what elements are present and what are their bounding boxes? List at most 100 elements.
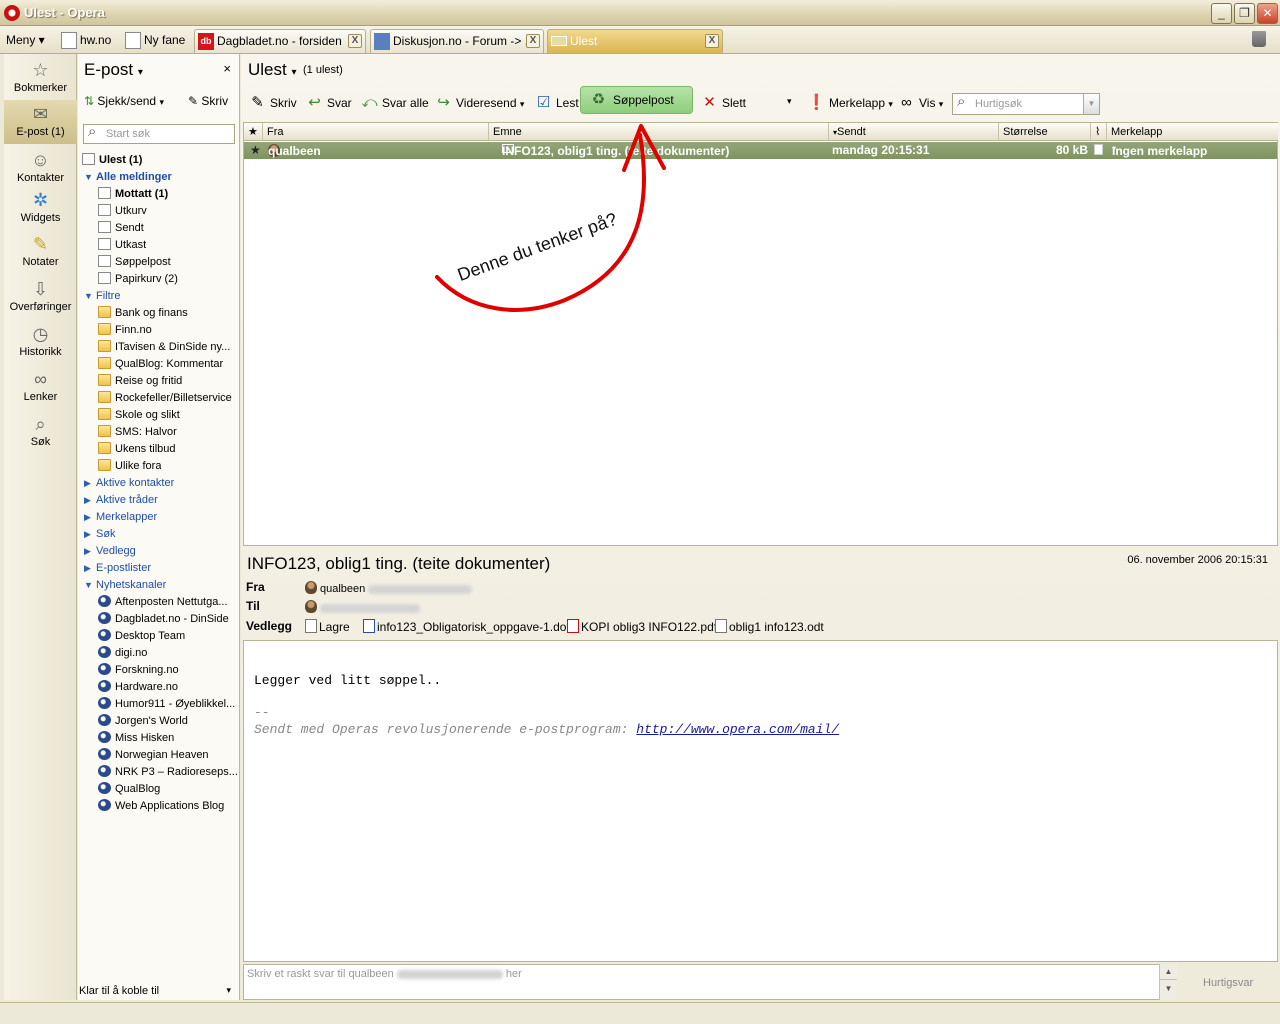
trash-icon[interactable] (1252, 31, 1266, 47)
view-title[interactable]: Ulest ▾ (248, 60, 297, 80)
column-subject[interactable]: Emne (489, 123, 829, 141)
more-dropdown[interactable]: ▾ (787, 96, 792, 107)
mail-panel-title[interactable]: E-post ▾ (84, 60, 143, 80)
tree-item[interactable]: digi.no (98, 645, 147, 662)
tree-item[interactable]: Humor911 - Øyeblikkel... (98, 696, 235, 713)
menu-button[interactable]: Meny ▾ (6, 33, 45, 47)
panel-transfers[interactable]: ⇩ Overføringer (4, 279, 77, 313)
quick-search-input[interactable]: Hurtigsøk ▼ (952, 92, 1100, 115)
tab-close-button[interactable]: X (526, 34, 540, 48)
tree-item[interactable]: NRK P3 – Radioreseps... (98, 764, 238, 781)
forward-button[interactable]: ↪ Videresend ▾ (434, 94, 524, 113)
tree-item[interactable]: Web Applications Blog (98, 798, 224, 815)
scroll-up-icon[interactable]: ▲ (1160, 964, 1177, 980)
tree-item[interactable]: Desktop Team (98, 628, 185, 645)
collapsed-icon[interactable]: ▶ (84, 475, 96, 492)
chevron-down-icon[interactable]: ▼ (1083, 94, 1099, 114)
tree-item[interactable]: Papirkurv (2) (98, 271, 178, 288)
collapsed-icon[interactable]: ▶ (84, 492, 96, 509)
tab-close-button[interactable]: X (348, 34, 362, 48)
tab-dagbladet[interactable]: db Dagbladet.no - forsiden X (194, 29, 366, 53)
close-window-button[interactable]: ✕ (1257, 3, 1278, 24)
delete-button[interactable]: ✕ Slett (700, 94, 746, 112)
start-search-input[interactable]: Start søk (83, 123, 235, 144)
tab-close-button[interactable]: X (705, 34, 719, 48)
panel-links[interactable]: ∞ Lenker (4, 369, 77, 403)
tree-item[interactable]: ▶ Aktive kontakter (84, 475, 174, 492)
check-send-button[interactable]: ⇅ Sjekk/send ▾ (84, 94, 164, 108)
tree-item[interactable]: Jorgen's World (98, 713, 188, 730)
tree-item[interactable]: ▼ Nyhetskanaler (84, 577, 166, 594)
maximize-button[interactable]: ❐ (1234, 3, 1255, 24)
tree-item[interactable]: Aftenposten Nettutga... (98, 594, 228, 611)
tree-item[interactable]: Utkast (98, 237, 146, 254)
panel-widgets[interactable]: ✲ Widgets (4, 190, 77, 224)
tree-item[interactable]: QualBlog (98, 781, 160, 798)
spam-button[interactable]: ♻ Søppelpost (580, 86, 693, 114)
opera-mail-link[interactable]: http://www.opera.com/mail/ (636, 722, 839, 737)
quick-reply-input[interactable]: Skriv et raskt svar til qualbeen her (243, 964, 1177, 1000)
tree-item[interactable]: ▼ Filtre (84, 288, 120, 305)
tree-item[interactable]: ▶ Aktive tråder (84, 492, 158, 509)
column-size[interactable]: Størrelse (999, 123, 1091, 141)
close-panel-button[interactable]: × (223, 61, 231, 76)
expanded-icon[interactable]: ▼ (84, 288, 96, 305)
column-from[interactable]: Fra (263, 123, 489, 141)
scroll-down-icon[interactable]: ▼ (1160, 980, 1177, 996)
compose-button[interactable]: ✎ Skriv (188, 94, 228, 108)
tree-item[interactable]: Mottatt (1) (98, 186, 168, 203)
panel-bookmarks[interactable]: ☆ Bokmerker (4, 60, 77, 94)
panel-contacts[interactable]: ☺ Kontakter (4, 150, 77, 184)
collapsed-icon[interactable]: ▶ (84, 560, 96, 577)
tree-item[interactable]: ▶ E-postlister (84, 560, 151, 577)
column-sent[interactable]: ▾Sendt (829, 123, 999, 141)
save-attachments-button[interactable]: Lagre (305, 619, 350, 634)
tree-item[interactable]: SMS: Halvor (98, 424, 177, 441)
tree-item[interactable]: ▼ Alle meldinger (84, 169, 172, 186)
reply-button[interactable]: ↩ Svar (305, 94, 351, 112)
tree-item[interactable]: Søppelpost (98, 254, 171, 271)
attachment-odt[interactable]: oblig1 info123.odt (715, 619, 824, 634)
compose-toolbar-button[interactable]: ✎ Skriv (248, 94, 296, 112)
tree-item[interactable]: Miss Hisken (98, 730, 174, 747)
column-star[interactable]: ★ (244, 123, 263, 141)
preview-from[interactable]: qualbeen (305, 581, 473, 595)
expanded-icon[interactable]: ▼ (84, 577, 96, 594)
tab-hw[interactable]: hw.no (58, 29, 118, 53)
tree-item[interactable]: ▶ Søk (84, 526, 116, 543)
expanded-icon[interactable]: ▼ (84, 169, 96, 186)
panel-search[interactable]: ⌕ Søk (4, 414, 77, 448)
tree-item[interactable]: ▶ Merkelapper (84, 509, 157, 526)
tree-item[interactable]: Skole og slikt (98, 407, 180, 424)
column-attachment[interactable]: ⌇ (1091, 123, 1107, 141)
message-row[interactable]: ★ qualbeen INFO123, oblig1 ting. (teite … (244, 142, 1277, 159)
tab-ulest[interactable]: Ulest X (547, 29, 723, 53)
tree-item[interactable]: Forskning.no (98, 662, 179, 679)
tree-item[interactable]: Ulest (1) (82, 152, 142, 169)
panel-notes[interactable]: ✎ Notater (4, 234, 77, 268)
tree-item[interactable]: ▶ Vedlegg (84, 543, 136, 560)
tree-item[interactable]: Dagbladet.no - DinSide (98, 611, 229, 628)
tree-item[interactable]: Norwegian Heaven (98, 747, 209, 764)
collapsed-icon[interactable]: ▶ (84, 509, 96, 526)
preview-to[interactable] (305, 600, 420, 614)
view-button[interactable]: ∞ Vis ▾ (897, 94, 943, 113)
tree-item[interactable]: Sendt (98, 220, 144, 237)
tree-item[interactable]: Ulike fora (98, 458, 161, 475)
attachment-doc[interactable]: info123_Obligatorisk_oppgave-1.doc (363, 619, 572, 634)
quick-reply-scrollbar[interactable]: ▲ ▼ (1159, 964, 1177, 1000)
panel-history[interactable]: ◷ Historikk (4, 324, 77, 358)
tree-item[interactable]: Finn.no (98, 322, 152, 339)
tree-item[interactable]: Bank og finans (98, 305, 188, 322)
tree-item[interactable]: ITavisen & DinSide ny... (98, 339, 230, 356)
label-button[interactable]: ❗ Merkelapp ▾ (807, 94, 893, 113)
quick-reply-button[interactable]: Hurtigsvar (1203, 977, 1253, 989)
tree-item[interactable]: Utkurv (98, 203, 147, 220)
column-label[interactable]: Merkelapp (1107, 123, 1278, 141)
tab-new[interactable]: Ny fane (122, 29, 190, 53)
tree-item[interactable]: Hardware.no (98, 679, 178, 696)
panel-email[interactable]: ✉ E-post (1) (4, 100, 77, 144)
attachment-pdf[interactable]: KOPI oblig3 INFO122.pdf (567, 619, 717, 634)
tree-item[interactable]: Reise og fritid (98, 373, 182, 390)
tree-item[interactable]: Rockefeller/Billetservice (98, 390, 232, 407)
